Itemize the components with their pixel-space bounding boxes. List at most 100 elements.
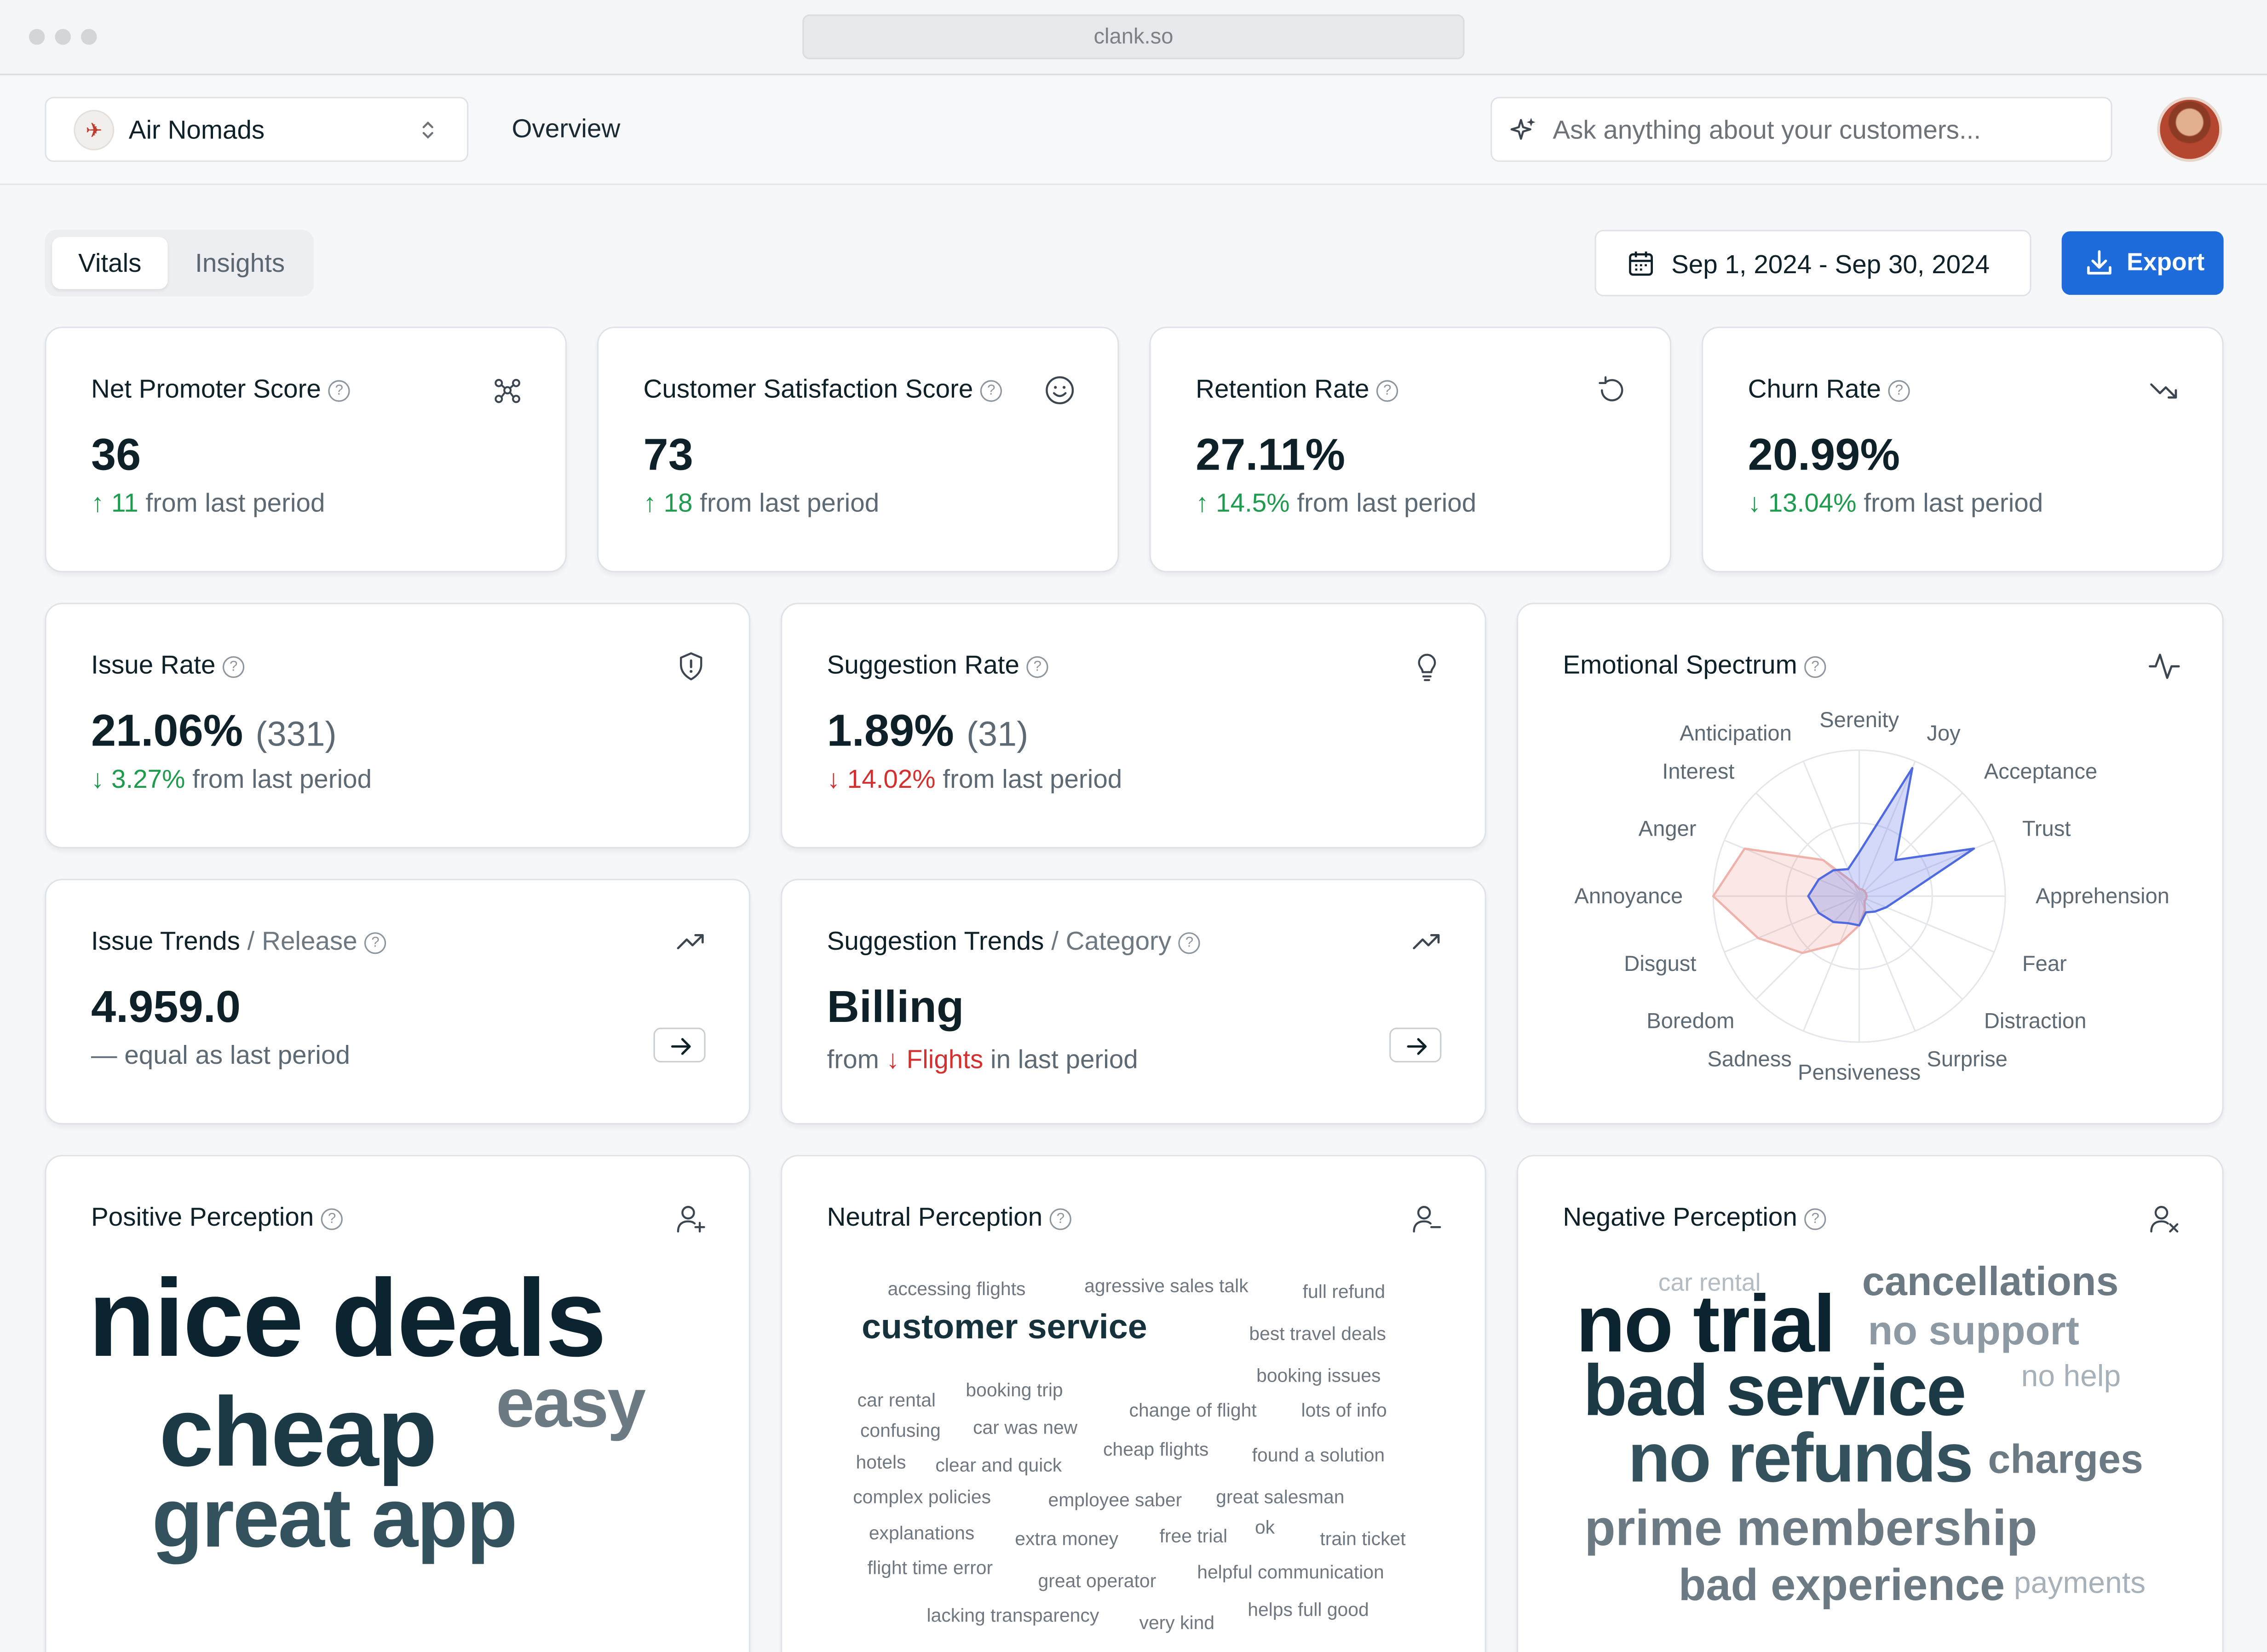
view-tabs: Vitals Insights	[45, 229, 314, 297]
issue-trends-value: 4.959.0	[91, 981, 241, 1032]
radar-axis-label: Disgust	[1624, 951, 1696, 975]
card-title: Positive Perception?	[91, 1203, 343, 1233]
negative-word: charges	[1988, 1436, 2143, 1482]
help-icon[interactable]: ?	[1178, 932, 1201, 954]
calendar-icon	[1629, 251, 1653, 276]
issue-rate-value: 21.06% (331)	[91, 705, 337, 756]
help-icon[interactable]: ?	[364, 932, 386, 954]
trending-up-icon	[677, 934, 704, 950]
help-icon[interactable]: ?	[328, 380, 350, 402]
csat-delta: ↑ 18 from last period	[643, 488, 880, 518]
neutral-word: clear and quick	[935, 1454, 1062, 1476]
export-button[interactable]: Export	[2061, 231, 2224, 295]
issue-trends-card[interactable]: Issue Trends / Release? 4.959.0 — equal …	[45, 878, 751, 1125]
negative-word: no refunds	[1628, 1421, 1974, 1497]
date-range-label: Sep 1, 2024 - Sep 30, 2024	[1671, 250, 1990, 279]
negative-word: payments	[2014, 1566, 2146, 1600]
help-icon[interactable]: ?	[980, 380, 1002, 402]
negative-word: bad experience	[1678, 1560, 2005, 1611]
positive-perception-card[interactable]: Positive Perception? nice deals cheap easy…	[45, 1155, 751, 1652]
neutral-word: explanations	[869, 1522, 975, 1544]
ask-placeholder: Ask anything about your customers...	[1553, 115, 1981, 145]
positive-word: nice deals	[88, 1257, 607, 1381]
emotional-spectrum-radar: Serenity Joy Acceptance Trust Apprehension Fe…	[1574, 707, 2169, 1084]
retention-card[interactable]: Retention Rate? 27.11% ↑ 14.5% from last…	[1149, 327, 1672, 573]
negative-perception-card[interactable]: Negative Perception? car rental cancellat…	[1516, 1155, 2224, 1652]
radar-axis-label: Anticipation	[1680, 721, 1792, 745]
neutral-word: train ticket	[1320, 1527, 1406, 1550]
positive-word: cheap	[159, 1377, 437, 1487]
nps-value: 36	[91, 429, 141, 480]
neutral-word: car rental	[857, 1389, 936, 1411]
window-maximize-dot[interactable]	[81, 29, 97, 45]
suggestion-rate-delta: ↓ 14.02% from last period	[827, 764, 1122, 794]
refresh-icon	[1599, 376, 1623, 402]
help-icon[interactable]: ?	[1026, 656, 1048, 678]
suggestion-rate-card[interactable]: Suggestion Rate? 1.89% (31) ↓ 14.02% fro…	[781, 602, 1486, 849]
churn-delta: ↓ 13.04% from last period	[1748, 488, 2043, 518]
suggestion-trends-card[interactable]: Suggestion Trends / Category? Billing fr…	[781, 878, 1486, 1125]
card-title: Retention Rate?	[1196, 374, 1398, 405]
arrow-right-icon	[1407, 1038, 1427, 1055]
csat-card[interactable]: Customer Satisfaction Score? 73 ↑ 18 fro…	[597, 327, 1119, 573]
user-x-icon	[2150, 1206, 2179, 1233]
neutral-word: free trial	[1159, 1525, 1228, 1547]
window-close-dot[interactable]	[29, 29, 45, 45]
negative-word: bad service	[1583, 1350, 1966, 1431]
neutral-word: accessing flights	[887, 1278, 1026, 1300]
tab-vitals[interactable]: Vitals	[52, 237, 168, 289]
neutral-perception-card[interactable]: Neutral Perception? accessing flights agr…	[781, 1155, 1486, 1652]
window-minimize-dot[interactable]	[55, 29, 71, 45]
neutral-word: found a solution	[1252, 1444, 1385, 1466]
arrow-right-icon	[671, 1038, 691, 1055]
neutral-word: helps full good	[1248, 1598, 1369, 1621]
card-title: Negative Perception?	[1563, 1203, 1826, 1233]
issue-trends-open-button[interactable]	[653, 1027, 706, 1062]
radar-axis-label: Apprehension	[2036, 883, 2169, 908]
radar-axis-label: Acceptance	[1984, 759, 2097, 783]
user-minus-icon	[1413, 1206, 1441, 1233]
nps-delta: ↑ 11 from last period	[91, 488, 325, 518]
sparkles-icon	[1510, 118, 1536, 140]
browser-chrome: clank.so	[0, 0, 2267, 75]
app-header: ✈ Air Nomads Overview Ask anything about…	[0, 76, 2267, 185]
radar-axis-label: Sadness	[1707, 1046, 1791, 1071]
neutral-word: car was new	[973, 1416, 1078, 1439]
nps-card[interactable]: Net Promoter Score? 36 ↑ 11 from last pe…	[45, 327, 567, 573]
help-icon[interactable]: ?	[1376, 380, 1398, 402]
churn-card[interactable]: Churn Rate? 20.99% ↓ 13.04% from last pe…	[1702, 327, 2224, 573]
retention-delta: ↑ 14.5% from last period	[1196, 488, 1477, 518]
csat-value: 73	[643, 429, 693, 480]
nav-overview[interactable]: Overview	[512, 114, 621, 144]
workspace-selector[interactable]: ✈ Air Nomads	[45, 97, 469, 162]
neutral-word: hotels	[856, 1451, 906, 1473]
help-icon[interactable]: ?	[223, 656, 245, 678]
user-plus-icon	[677, 1206, 705, 1233]
neutral-word: booking issues	[1256, 1364, 1381, 1386]
emotional-spectrum-card[interactable]: Emotional Spectrum? Serenity Joy Acceptanc…	[1516, 602, 2224, 1125]
neutral-word: very kind	[1139, 1612, 1215, 1634]
help-icon[interactable]: ?	[1888, 380, 1910, 402]
date-range-picker[interactable]: Sep 1, 2024 - Sep 30, 2024	[1594, 229, 2031, 297]
help-icon[interactable]: ?	[321, 1208, 343, 1230]
trending-up-icon	[1413, 934, 1440, 950]
help-icon[interactable]: ?	[1804, 1208, 1826, 1230]
neutral-word: confusing	[860, 1419, 941, 1441]
neutral-word: change of flight	[1129, 1399, 1257, 1421]
export-label: Export	[2127, 248, 2205, 276]
url-bar[interactable]: clank.so	[802, 14, 1465, 59]
issue-rate-card[interactable]: Issue Rate? 21.06% (331) ↓ 3.27% from la…	[45, 602, 751, 849]
ask-search-input[interactable]: Ask anything about your customers...	[1490, 97, 2112, 162]
radar-axis-label: Surprise	[1927, 1046, 2007, 1071]
negative-word: cancellations	[1862, 1259, 2119, 1304]
network-icon	[495, 379, 520, 403]
radar-axis-label: Pensiveness	[1798, 1060, 1921, 1084]
tab-insights[interactable]: Insights	[175, 237, 305, 289]
help-icon[interactable]: ?	[1049, 1208, 1072, 1230]
radar-axis-label: Annoyance	[1574, 883, 1683, 908]
suggestion-rate-value: 1.89% (31)	[827, 705, 1029, 756]
neutral-word: cheap flights	[1103, 1438, 1209, 1460]
avatar[interactable]	[2157, 97, 2222, 162]
neutral-word: lots of info	[1301, 1399, 1387, 1421]
suggestion-trends-open-button[interactable]	[1389, 1027, 1442, 1062]
